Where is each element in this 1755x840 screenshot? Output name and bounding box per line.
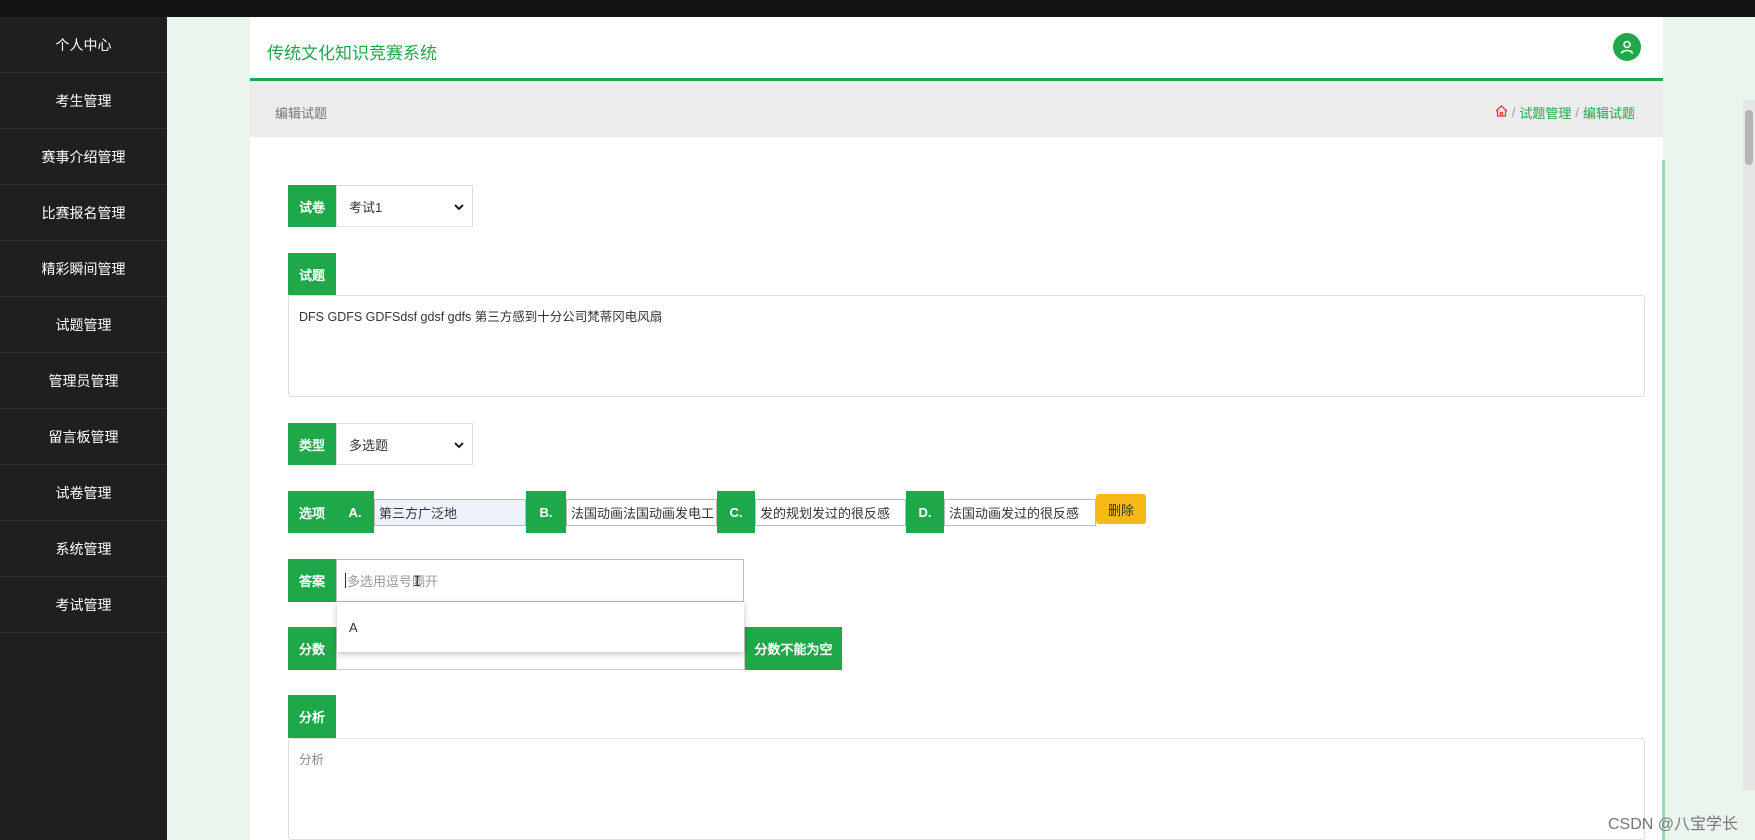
score-error-badge: 分数不能为空 bbox=[745, 627, 842, 670]
option-b-input[interactable]: 法国动画法国动画发电工 bbox=[566, 499, 717, 526]
sidebar-item-label: 考生管理 bbox=[55, 92, 112, 109]
sidebar-item-label: 试题管理 bbox=[55, 316, 112, 333]
top-bar bbox=[0, 0, 1755, 17]
paper-label: 试卷 bbox=[288, 185, 336, 227]
sidebar-item-label: 比赛报名管理 bbox=[41, 204, 126, 221]
breadcrumb-bar: 编辑试题 / 试题管理 / 编辑试题 bbox=[250, 84, 1663, 137]
sidebar-item-message-board[interactable]: 留言板管理 bbox=[0, 409, 167, 465]
option-a-key: A. bbox=[336, 491, 374, 533]
sidebar-item-papers[interactable]: 试卷管理 bbox=[0, 465, 167, 521]
sidebar-item-label: 赛事介绍管理 bbox=[41, 148, 126, 165]
sidebar-item-admins[interactable]: 管理员管理 bbox=[0, 353, 167, 409]
sidebar-item-profile[interactable]: 个人中心 bbox=[0, 17, 167, 73]
type-label: 类型 bbox=[288, 423, 336, 465]
scrollbar[interactable] bbox=[1743, 100, 1755, 790]
option-a-input[interactable]: 第三方广泛地 bbox=[374, 499, 526, 526]
breadcrumb: / 试题管理 / 编辑试题 bbox=[1495, 103, 1635, 122]
chevron-down-icon bbox=[454, 199, 464, 214]
sidebar-item-label: 个人中心 bbox=[55, 36, 112, 53]
sidebar-item-examinees[interactable]: 考生管理 bbox=[0, 73, 167, 129]
app-header: 传统文化知识竞赛系统 bbox=[250, 17, 1663, 81]
analysis-textarea[interactable]: 分析 bbox=[288, 738, 1645, 840]
options-label: 选项 bbox=[288, 491, 336, 533]
app-title: 传统文化知识竞赛系统 bbox=[267, 44, 437, 63]
sidebar-item-label: 系统管理 bbox=[55, 540, 112, 557]
autocomplete-suggestion[interactable]: A bbox=[337, 602, 744, 652]
option-d-input[interactable]: 法国动画发过的很反感 bbox=[944, 499, 1096, 526]
answer-placeholder: 多选用逗号隔开 bbox=[347, 574, 439, 589]
sidebar-item-label: 考试管理 bbox=[55, 596, 112, 613]
watermark: CSDN @八宝学长 bbox=[1607, 816, 1738, 833]
text-caret bbox=[345, 573, 346, 588]
analysis-label: 分析 bbox=[288, 695, 336, 738]
content-edge bbox=[1662, 160, 1665, 840]
sidebar-item-registration[interactable]: 比赛报名管理 bbox=[0, 185, 167, 241]
scrollbar-thumb[interactable] bbox=[1745, 110, 1753, 165]
text-cursor-icon: I bbox=[413, 574, 422, 590]
type-select[interactable]: 多选题 bbox=[336, 423, 473, 465]
score-label: 分数 bbox=[288, 627, 336, 670]
answer-label: 答案 bbox=[288, 559, 336, 602]
breadcrumb-link-questions[interactable]: 试题管理 bbox=[1519, 103, 1571, 122]
answer-input[interactable]: 多选用逗号隔开 bbox=[336, 559, 744, 602]
chevron-down-icon bbox=[454, 437, 464, 452]
sidebar-item-label: 精彩瞬间管理 bbox=[41, 260, 126, 277]
home-icon[interactable] bbox=[1495, 105, 1508, 120]
question-label: 试题 bbox=[288, 253, 336, 295]
paper-select[interactable]: 考试1 bbox=[336, 185, 473, 227]
user-icon[interactable] bbox=[1613, 33, 1641, 61]
sidebar-item-label: 试卷管理 bbox=[55, 484, 112, 501]
sidebar-item-system[interactable]: 系统管理 bbox=[0, 521, 167, 577]
question-textarea[interactable]: DFS GDFS GDFSdsf gdsf gdfs 第三方感到十分公司梵蒂冈电… bbox=[288, 295, 1645, 397]
delete-button[interactable]: 删除 bbox=[1096, 494, 1146, 524]
page-title: 编辑试题 bbox=[275, 106, 328, 121]
sidebar-item-event-intro[interactable]: 赛事介绍管理 bbox=[0, 129, 167, 185]
option-c-key: C. bbox=[717, 491, 755, 533]
option-b-key: B. bbox=[526, 491, 566, 533]
sidebar-item-label: 管理员管理 bbox=[48, 372, 119, 389]
sidebar-item-label: 留言板管理 bbox=[48, 428, 119, 445]
option-c-input[interactable]: 发的规划发过的很反感 bbox=[755, 499, 906, 526]
paper-select-value: 考试1 bbox=[349, 199, 383, 215]
breadcrumb-current: 编辑试题 bbox=[1582, 106, 1635, 121]
main-content bbox=[250, 137, 1663, 840]
sidebar-item-highlights[interactable]: 精彩瞬间管理 bbox=[0, 241, 167, 297]
type-select-value: 多选题 bbox=[349, 437, 389, 453]
breadcrumb-separator: / bbox=[1511, 105, 1516, 120]
sidebar-item-exams[interactable]: 考试管理 bbox=[0, 577, 167, 633]
sidebar-item-questions[interactable]: 试题管理 bbox=[0, 297, 167, 353]
sidebar: 个人中心 考生管理 赛事介绍管理 比赛报名管理 精彩瞬间管理 试题管理 管理员管… bbox=[0, 17, 167, 840]
option-d-key: D. bbox=[906, 491, 944, 533]
breadcrumb-separator: / bbox=[1575, 105, 1579, 120]
